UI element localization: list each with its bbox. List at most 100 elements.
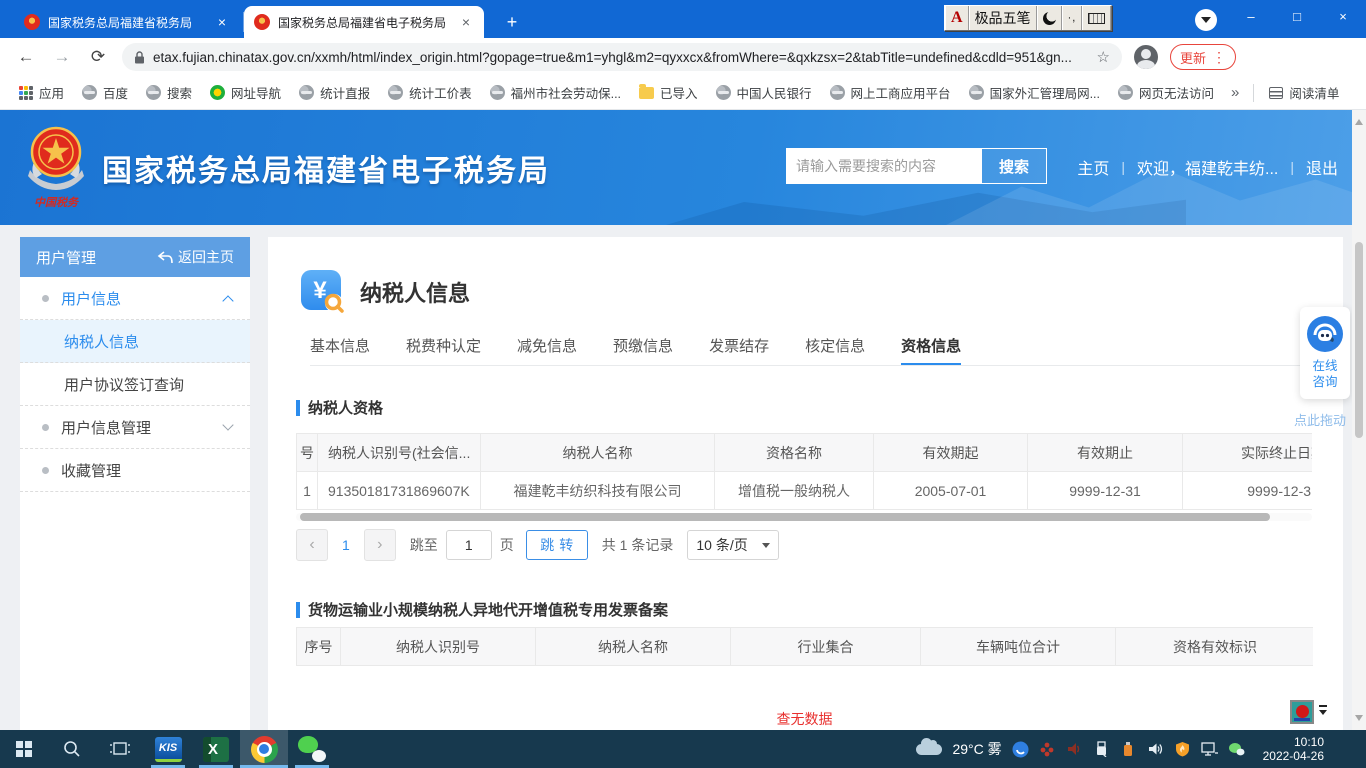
tray-security-shield-icon[interactable] [1174, 741, 1191, 758]
page-size-select[interactable]: 10 条/页 [687, 530, 779, 560]
bookmark-apps[interactable]: 应用 [19, 83, 64, 102]
sidebar-item-user-info[interactable]: 用户信息 [20, 277, 250, 320]
tray-app-blue-icon[interactable] [1012, 741, 1029, 758]
excel-icon: X [203, 737, 229, 762]
url-omnibox[interactable]: etax.fujian.chinatax.gov.cn/xxmh/html/in… [122, 43, 1122, 71]
sidebar-item-user-info-mgmt[interactable]: 用户信息管理 [20, 406, 250, 449]
bookmark-item[interactable]: 国家外汇管理局网... [969, 83, 1100, 102]
browser-profile-chip[interactable] [1195, 9, 1217, 31]
tab-tax-type[interactable]: 税费种认定 [406, 335, 481, 365]
scroll-up-arrow[interactable] [1355, 115, 1363, 125]
tray-usb-device-icon[interactable] [1093, 741, 1110, 758]
chevron-down-icon [1201, 17, 1211, 28]
back-to-home-button[interactable]: 返回主页 [157, 247, 234, 267]
page-number-input[interactable] [446, 530, 492, 560]
tax-bureau-emblem: 中国税务 [24, 122, 88, 214]
chrome-update-button[interactable]: 更新 ⋮ [1170, 44, 1236, 70]
sidebar-item-agreement-query[interactable]: 用户协议签订查询 [20, 363, 250, 406]
page-scrollbar[interactable] [1352, 110, 1366, 730]
task-view-button[interactable] [96, 730, 144, 768]
bookmark-item[interactable]: 网上工商应用平台 [830, 83, 951, 102]
close-button[interactable]: × [1320, 0, 1366, 32]
ime-status-icon[interactable] [1290, 700, 1314, 724]
home-link[interactable]: 主页 [1077, 155, 1109, 179]
browser-tab-1[interactable]: 国家税务总局福建省税务局 × [14, 6, 240, 38]
taskbar-app-wechat[interactable] [288, 730, 336, 768]
next-page-button[interactable]: › [364, 529, 396, 561]
tray-app-red-cluster-icon[interactable] [1039, 741, 1056, 758]
bookmark-item[interactable]: 搜索 [146, 83, 192, 102]
prev-page-button[interactable]: ‹ [296, 529, 328, 561]
bookmark-item[interactable]: 福州市社会劳动保... [490, 83, 621, 102]
online-consult-widget[interactable]: 在线咨询 [1300, 307, 1350, 399]
logout-link[interactable]: 退出 [1306, 155, 1338, 179]
search-button[interactable]: 搜索 [981, 148, 1047, 184]
tab-close-icon[interactable]: × [214, 14, 230, 30]
tray-speaker-icon[interactable] [1147, 741, 1164, 758]
ime-softkbd-button[interactable] [1082, 6, 1111, 30]
taskbar-clock[interactable]: 10:10 2022-04-26 [1255, 735, 1332, 763]
bookmark-item[interactable]: 中国人民银行 [716, 83, 812, 102]
emblem-caption: 中国税务 [34, 196, 80, 209]
taskbar-app-kis[interactable]: KIS [144, 730, 192, 768]
bookmark-item[interactable]: 百度 [82, 83, 128, 102]
weather-cloud-icon[interactable] [916, 744, 942, 755]
taskbar-search-button[interactable] [48, 730, 96, 768]
back-button[interactable]: ← [12, 43, 40, 71]
minimize-icon[interactable] [1319, 705, 1327, 707]
table-horizontal-scrollbar[interactable] [296, 513, 1312, 521]
tray-network-icon[interactable] [1201, 741, 1218, 758]
tab-close-icon[interactable]: × [458, 14, 474, 30]
tab-invoice-balance[interactable]: 发票结存 [709, 335, 769, 365]
jump-button[interactable]: 跳转 [526, 530, 588, 560]
scrollbar-thumb[interactable] [300, 513, 1270, 521]
scroll-down-arrow[interactable] [1355, 715, 1363, 725]
tab-prepay-info[interactable]: 预缴信息 [613, 335, 673, 365]
tab-reduction-info[interactable]: 减免信息 [517, 335, 577, 365]
nav-site-favicon [210, 85, 225, 100]
start-button[interactable] [0, 730, 48, 768]
search-input[interactable] [786, 148, 981, 184]
globe-favicon [146, 85, 161, 100]
browser-tab-2[interactable]: 国家税务总局福建省电子税务局 × [244, 6, 484, 38]
drag-hint[interactable]: 点此拖动 [1294, 410, 1358, 429]
url-text: etax.fujian.chinatax.gov.cn/xxmh/html/in… [153, 50, 1089, 65]
ime-fullhalf-button[interactable] [1037, 6, 1062, 30]
ime-mode-button[interactable]: A [945, 6, 969, 30]
bookmark-item[interactable]: 网页无法访问 [1118, 83, 1214, 102]
taskbar-app-chrome[interactable] [240, 730, 288, 768]
current-page[interactable]: 1 [342, 537, 350, 553]
browser-tabstrip: 国家税务总局福建省税务局 × 国家税务总局福建省电子税务局 × + A 极品五笔… [0, 0, 1366, 38]
tab-basic-info[interactable]: 基本信息 [310, 335, 370, 365]
scrollbar-thumb[interactable] [1355, 242, 1363, 438]
sidebar-header: 用户管理 返回主页 [20, 237, 250, 277]
ime-punct-button[interactable]: ·, [1062, 6, 1083, 30]
minimize-button[interactable]: – [1228, 0, 1274, 32]
forward-button[interactable]: → [48, 43, 76, 71]
tab-verification-info[interactable]: 核定信息 [805, 335, 865, 365]
sidebar-item-favorites-mgmt[interactable]: 收藏管理 [20, 449, 250, 492]
new-tab-button[interactable]: + [498, 8, 526, 36]
reading-list-button[interactable]: 阅读清单 [1269, 83, 1339, 102]
bookmark-folder[interactable]: 已导入 [639, 83, 698, 102]
bookmarks-overflow-button[interactable]: » [1231, 84, 1239, 101]
system-tray: 29°C 雾 10:10 2022-04-26 [916, 730, 1366, 768]
reload-button[interactable]: ⟳ [84, 43, 112, 71]
welcome-user-link[interactable]: 欢迎，福建乾丰纺... [1137, 155, 1278, 179]
dropdown-caret-icon[interactable] [1319, 710, 1327, 719]
corner-ime-widget[interactable] [1290, 700, 1327, 724]
tab-qualification-info[interactable]: 资格信息 [901, 335, 961, 365]
sidebar-item-taxpayer-info[interactable]: 纳税人信息 [20, 320, 250, 363]
maximize-button[interactable]: □ [1274, 0, 1320, 32]
bookmark-item[interactable]: 统计直报 [299, 83, 370, 102]
tray-usb-orange-icon[interactable] [1120, 741, 1137, 758]
profile-avatar[interactable] [1134, 45, 1158, 69]
ime-name-button[interactable]: 极品五笔 [969, 6, 1037, 30]
tray-volume-red-icon[interactable] [1066, 741, 1083, 758]
bookmark-item[interactable]: 网址导航 [210, 83, 281, 102]
tray-wechat-icon[interactable] [1228, 741, 1245, 758]
chevron-up-icon [222, 295, 233, 306]
bookmark-item[interactable]: 统计工价表 [388, 83, 472, 102]
bookmark-star-icon[interactable]: ☆ [1097, 48, 1110, 66]
taskbar-app-excel[interactable]: X [192, 730, 240, 768]
